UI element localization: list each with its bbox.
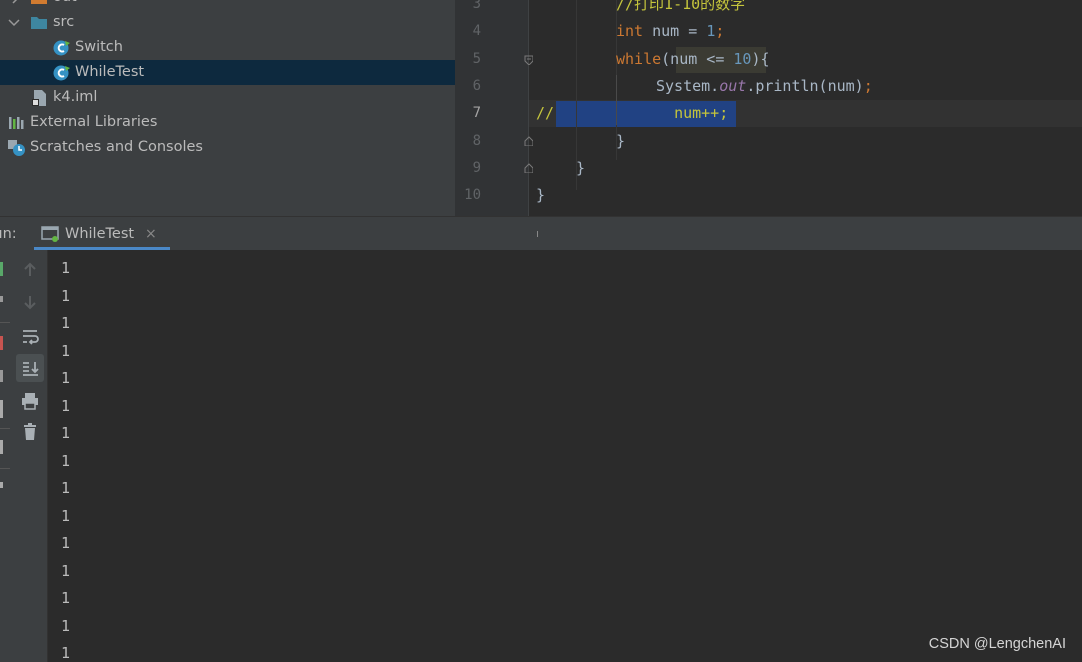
tree-item-scratches[interactable]: Scratches and Consoles bbox=[0, 135, 455, 160]
code-line-7: // num++; bbox=[536, 100, 728, 127]
console-line: 1 bbox=[61, 286, 71, 305]
down-arrow-icon[interactable] bbox=[16, 288, 44, 316]
code-line-6: System.out.println(num); bbox=[656, 77, 873, 95]
line-number: 8 bbox=[472, 133, 481, 149]
fold-end-icon[interactable] bbox=[524, 163, 533, 173]
console-line: 1 bbox=[61, 479, 71, 497]
java-class-icon bbox=[53, 40, 70, 56]
run-label: Run: bbox=[0, 226, 17, 242]
line-number: 6 bbox=[472, 78, 481, 94]
chevron-down-icon[interactable] bbox=[8, 18, 20, 28]
line-number: 7 bbox=[472, 105, 481, 121]
fold-open-icon[interactable] bbox=[524, 55, 533, 65]
console-line: 1 bbox=[61, 259, 71, 277]
line-number: 4 bbox=[472, 23, 481, 39]
code-line-5: while(num <= 10){ bbox=[616, 50, 770, 68]
tree-item-label: External Libraries bbox=[30, 114, 158, 130]
project-tool-window: out src Switch WhileTest k4.iml bbox=[0, 0, 455, 216]
rerun-icon[interactable] bbox=[0, 262, 3, 276]
line-number: 9 bbox=[472, 160, 481, 176]
tree-item-switch[interactable]: Switch bbox=[0, 35, 455, 60]
run-side-strip bbox=[0, 250, 10, 662]
print-icon[interactable] bbox=[16, 387, 44, 415]
console-line: 1 bbox=[61, 561, 71, 580]
console-line: 1 bbox=[61, 314, 71, 332]
tree-item-label: k4.iml bbox=[53, 89, 98, 105]
soft-wrap-icon[interactable] bbox=[16, 322, 44, 350]
stop-icon[interactable] bbox=[0, 336, 3, 350]
tree-item-whiletest[interactable]: WhileTest bbox=[0, 60, 455, 85]
watermark: CSDN @LengchenAI bbox=[928, 636, 1066, 652]
code-editor[interactable]: 3 4 5 6 7 8 9 10 //打印1-10的数字 int num = 1… bbox=[455, 0, 1082, 216]
console-line: 1 bbox=[61, 341, 71, 360]
fold-end-icon[interactable] bbox=[524, 136, 533, 146]
trash-icon[interactable] bbox=[16, 418, 44, 446]
tree-item-label: src bbox=[53, 14, 75, 30]
tree-item-out[interactable]: out bbox=[0, 0, 455, 10]
scratches-icon bbox=[8, 140, 25, 156]
module-file-icon bbox=[32, 90, 46, 106]
console-output[interactable]: 1 1 1 1 1 1 1 1 1 1 1 1 1 1 1 CSDN @LengchenAI bbox=[48, 250, 1082, 662]
console-line: 1 bbox=[61, 424, 71, 442]
tree-item-label: out bbox=[53, 0, 77, 10]
tab-whiletest[interactable]: WhileTest × bbox=[34, 217, 170, 250]
line-number: 5 bbox=[472, 51, 481, 67]
code-line-9: } bbox=[576, 159, 586, 177]
tree-item-label: Scratches and Consoles bbox=[30, 139, 203, 155]
console-line: 1 bbox=[61, 506, 71, 525]
console-line: 1 bbox=[61, 451, 71, 470]
console-line: 1 bbox=[61, 396, 71, 415]
code-line-8: } bbox=[616, 132, 626, 150]
code-line-4: int num = 1; bbox=[616, 22, 725, 40]
tree-item-src[interactable]: src bbox=[0, 10, 455, 35]
code-line-3: //打印1-10的数字 bbox=[536, 0, 745, 18]
tree-item-label: WhileTest bbox=[75, 64, 145, 80]
up-arrow-icon[interactable] bbox=[16, 256, 44, 284]
scroll-to-end-icon[interactable] bbox=[16, 354, 44, 382]
chevron-right-icon[interactable] bbox=[10, 0, 20, 4]
line-number: 3 bbox=[472, 0, 481, 12]
console-line: 1 bbox=[61, 589, 71, 607]
close-tab-icon[interactable]: × bbox=[145, 217, 157, 251]
console-line: 1 bbox=[61, 534, 71, 552]
tab-title: WhileTest bbox=[65, 226, 135, 242]
libraries-icon bbox=[9, 117, 24, 129]
line-comment-marker: // bbox=[536, 104, 555, 122]
tree-item-k4-iml[interactable]: k4.iml bbox=[0, 85, 455, 110]
keyword: while bbox=[616, 50, 662, 68]
tree-item-label: Switch bbox=[75, 39, 123, 55]
console-tab-icon bbox=[41, 226, 59, 242]
line-number: 10 bbox=[464, 187, 481, 203]
console-line: 1 bbox=[61, 616, 71, 635]
comment: //打印1-10的数字 bbox=[616, 0, 746, 13]
field-out: out bbox=[719, 77, 747, 95]
source-folder-icon bbox=[31, 17, 47, 29]
run-tool-window-header: Run: WhileTest × bbox=[0, 216, 1082, 250]
folder-icon bbox=[31, 0, 47, 4]
console-toolbar bbox=[10, 250, 48, 662]
console-line: 1 bbox=[61, 369, 71, 387]
console-line: 1 bbox=[61, 644, 71, 662]
keyword: int bbox=[616, 22, 644, 40]
tree-item-external-libraries[interactable]: External Libraries bbox=[0, 110, 455, 135]
code-line-10: } bbox=[536, 186, 546, 204]
commented-code: num++; bbox=[674, 104, 729, 122]
java-class-icon bbox=[53, 65, 70, 81]
